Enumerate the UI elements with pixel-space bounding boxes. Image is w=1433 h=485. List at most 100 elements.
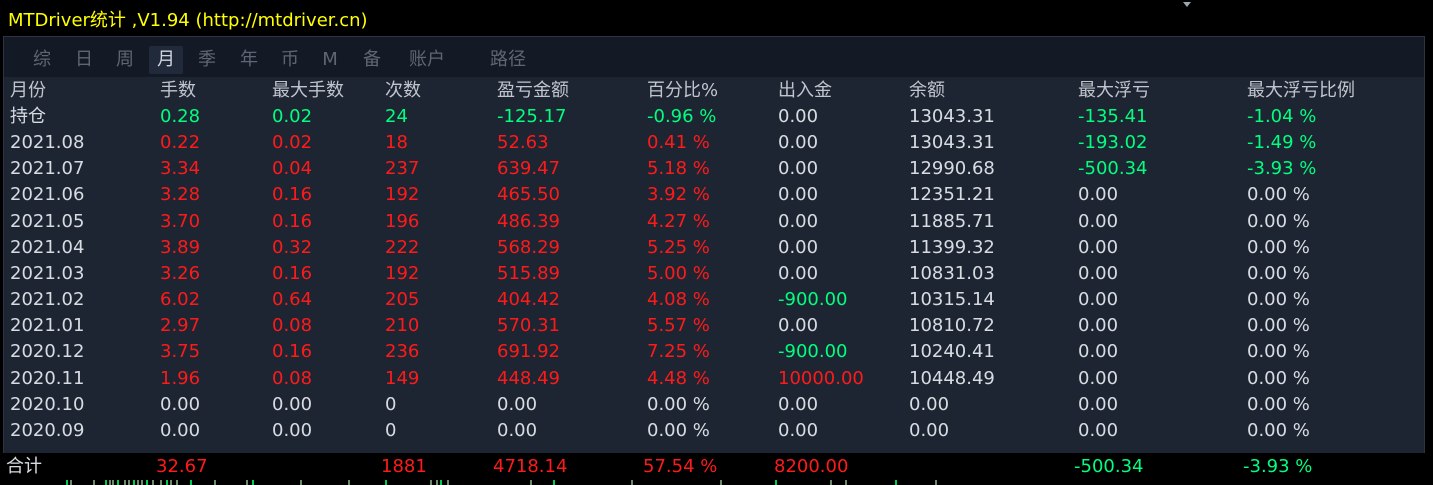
chart-tick-mark <box>935 480 937 485</box>
tab-7[interactable]: M <box>313 46 347 74</box>
cell-col-9: 0.00 % <box>1247 262 1310 284</box>
cell-col-1: 1.96 <box>160 367 201 389</box>
cell-col-1: 0.28 <box>160 106 201 127</box>
cell-col-6: 0.00 <box>778 393 819 415</box>
chart-tick-mark <box>137 480 139 485</box>
cell-col-2: 0.08 <box>272 315 313 337</box>
table-row: 2021.07 3.34 0.04 237 639.47 5.18 % 0.00 12990.… <box>4 156 1424 182</box>
cell-col-6: -900.00 <box>778 289 848 311</box>
cell-col-4: 52.63 <box>497 132 549 154</box>
cell-col-9: -3.93 % <box>1247 158 1317 180</box>
cell-col-1: 手数 <box>160 80 196 101</box>
cell-col-1: 3.26 <box>160 262 201 284</box>
chart-tick-strip <box>0 480 1433 485</box>
cell-col-8: 0.00 <box>1078 393 1119 415</box>
chart-tick-mark <box>152 480 154 485</box>
chart-tick-mark <box>530 480 532 485</box>
tab-6[interactable]: 币 <box>272 46 308 74</box>
chart-tick-mark <box>141 480 143 485</box>
chart-tick-mark <box>128 480 130 485</box>
cell-col-0: 2020.11 <box>10 367 85 389</box>
chart-tick-mark <box>70 480 72 485</box>
cell-col-2: 0.02 <box>272 106 313 127</box>
cell-col-8: 0.00 <box>1078 184 1119 206</box>
tab-bar: 综日周月季年币 M 备账户 路径 <box>4 37 1424 77</box>
cell-col-9: 0.00 % <box>1247 315 1310 337</box>
tab-3[interactable]: 月 <box>149 46 183 74</box>
cell-col-5: -0.96 % <box>647 106 717 127</box>
cell-col-6: 0.00 <box>778 315 819 337</box>
chart-tick-mark <box>440 480 442 485</box>
chart-tick-mark <box>146 480 148 485</box>
cell-col-6: 0.00 <box>778 262 819 284</box>
window-title: MTDriver统计 ,V1.94 (http://mtdriver.cn) <box>8 10 368 31</box>
table-row: 2021.08 0.22 0.02 18 52.63 0.41 % 0.00 13043.31… <box>4 130 1424 156</box>
chart-tick-mark <box>112 480 114 485</box>
table-row: 2021.03 3.26 0.16 192 515.89 5.00 % 0.00 10831.… <box>4 261 1424 287</box>
cell-col-8: -135.41 <box>1078 106 1148 127</box>
chart-tick-mark <box>190 480 192 485</box>
cell-col-3: 0 <box>385 419 397 441</box>
cell-col-7: 11885.71 <box>909 210 995 232</box>
cell-col-3: 237 <box>385 158 420 180</box>
tab-1[interactable]: 日 <box>66 46 102 74</box>
stats-panel: 综日周月季年币 M 备账户 路径 月份 手数 最大手数 次数 盈亏金额 百分比% 出入金 余额 最大浮… <box>3 36 1425 453</box>
cell-col-1: 3.34 <box>160 158 201 180</box>
chart-tick-mark <box>720 480 722 485</box>
cell-col-6: 10000.00 <box>778 367 864 389</box>
table-row: 2021.01 2.97 0.08 210 570.31 5.57 % 0.00 10810.… <box>4 313 1424 339</box>
chart-tick-mark <box>214 480 216 485</box>
cell-col-3: 149 <box>385 367 420 389</box>
cell-col-4: 568.29 <box>497 236 560 258</box>
cell-col-5: 3.92 % <box>647 184 710 206</box>
cell-col-3: 0 <box>385 393 397 415</box>
cell-col-4: 515.89 <box>497 262 560 284</box>
cell-col-1: 32.67 <box>156 456 208 477</box>
cell-col-7: 0.00 <box>909 419 950 441</box>
tab-0[interactable]: 综 <box>23 46 61 74</box>
cell-col-2: 0.04 <box>272 158 313 180</box>
cell-col-4: 0.00 <box>497 393 538 415</box>
cell-col-3: 1881 <box>381 456 427 477</box>
tab-2[interactable]: 周 <box>107 46 143 74</box>
table-row: 2020.12 3.75 0.16 236 691.92 7.25 % -900.00 102… <box>4 339 1424 365</box>
cell-col-0: 2021.06 <box>10 184 85 206</box>
cell-col-5: 0.41 % <box>647 132 710 154</box>
cell-col-7: 余额 <box>909 80 945 101</box>
cell-col-0: 2021.08 <box>10 132 85 154</box>
cell-col-1: 3.70 <box>160 210 201 232</box>
table-row: 2021.04 3.89 0.32 222 568.29 5.25 % 0.00 11399.… <box>4 235 1424 261</box>
chart-tick-mark <box>124 480 126 485</box>
stats-table: 月份 手数 最大手数 次数 盈亏金额 百分比% 出入金 余额 最大浮亏 最大浮亏比例 持仓 0.28 0… <box>4 77 1424 453</box>
cell-col-0: 2021.02 <box>10 289 85 311</box>
cell-col-8: -193.02 <box>1078 132 1148 154</box>
cell-col-8: -500.34 <box>1074 456 1144 477</box>
cell-col-4: 0.00 <box>497 419 538 441</box>
cell-col-7: 0.00 <box>909 393 950 415</box>
cell-col-8: 0.00 <box>1078 262 1119 284</box>
tab-8[interactable]: 备 <box>354 46 390 74</box>
cell-col-6: 出入金 <box>778 80 832 101</box>
cell-col-0: 2021.07 <box>10 158 85 180</box>
chart-tick-mark <box>631 480 633 485</box>
cell-col-1: 2.97 <box>160 315 201 337</box>
tab-5[interactable]: 年 <box>231 46 267 74</box>
cell-col-8: 0.00 <box>1078 341 1119 363</box>
cell-col-3: 210 <box>385 315 420 337</box>
cell-col-5: 4.27 % <box>647 210 710 232</box>
chart-tick-mark <box>176 480 178 485</box>
cell-col-2: 0.64 <box>272 289 313 311</box>
tab-10[interactable]: 路径 <box>483 46 533 74</box>
cell-col-9: -3.93 % <box>1243 456 1313 477</box>
cell-col-2: 0.00 <box>272 393 313 415</box>
tab-4[interactable]: 季 <box>189 46 225 74</box>
tab-9[interactable]: 账户 <box>402 46 452 74</box>
cell-col-7: 10448.49 <box>909 367 995 389</box>
cell-col-5: 百分比% <box>647 80 719 101</box>
cell-col-6: 0.00 <box>778 132 819 154</box>
chart-tick-mark <box>300 480 302 485</box>
cell-col-0: 2021.05 <box>10 210 85 232</box>
dropdown-caret-icon[interactable] <box>1183 2 1191 7</box>
cell-col-8: 0.00 <box>1078 289 1119 311</box>
chart-tick-mark <box>348 480 350 485</box>
